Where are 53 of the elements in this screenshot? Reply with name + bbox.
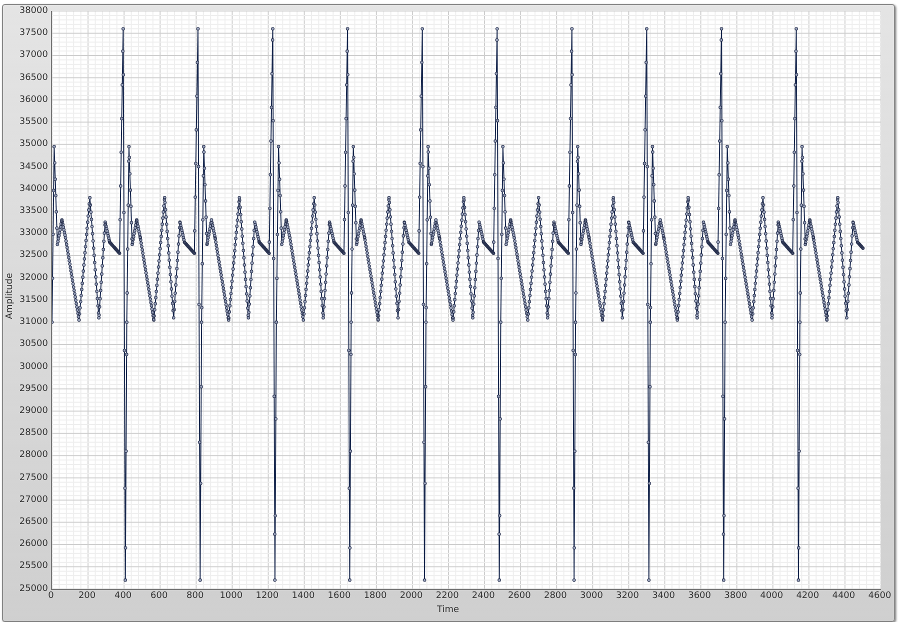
y-tick-label: 25500 <box>19 560 48 572</box>
y-tick-label: 35000 <box>19 138 48 150</box>
x-tick-label: 1200 <box>254 590 280 603</box>
x-tick-label: 4400 <box>831 590 856 603</box>
x-tick-label: 1000 <box>218 590 244 603</box>
y-tick-label: 33000 <box>19 227 48 240</box>
y-tick-label: 32000 <box>19 272 48 284</box>
y-tick-label: 33500 <box>19 204 48 217</box>
y-tick-label: 27000 <box>19 494 48 506</box>
y-tick-label: 28000 <box>19 449 48 462</box>
y-tick-label: 38000 <box>19 5 48 17</box>
y-tick-label: 32500 <box>19 249 48 262</box>
y-tick-label: 37000 <box>19 49 48 62</box>
x-tick-label: 3600 <box>687 590 712 603</box>
x-tick-label: 2200 <box>434 590 460 603</box>
y-tick-label: 31000 <box>19 316 48 328</box>
x-tick-label: 1600 <box>326 590 352 603</box>
y-tick-label: 30000 <box>19 360 48 372</box>
y-tick-label: 26500 <box>19 516 48 528</box>
x-tick-label: 0 <box>48 590 55 603</box>
y-tick-label: 29000 <box>19 404 48 417</box>
x-tick-label: 1400 <box>290 590 316 603</box>
x-tick-label: 4600 <box>867 590 892 603</box>
x-tick-label: 3800 <box>723 590 748 603</box>
x-tick-label: 4000 <box>759 590 784 603</box>
x-axis-label: Time <box>436 605 460 617</box>
y-tick-label: 34000 <box>19 182 48 195</box>
x-tick-label: 200 <box>77 590 97 603</box>
y-tick-label: 26000 <box>19 538 48 550</box>
y-axis-label: Amplitude <box>5 272 15 319</box>
x-tick-label: 4200 <box>795 590 820 603</box>
x-tick-label: 2400 <box>470 590 496 603</box>
x-tick-label: 1800 <box>362 590 388 603</box>
x-tick-label: 2000 <box>398 590 424 603</box>
y-tick-label: 31500 <box>19 294 48 306</box>
y-tick-label: 35500 <box>19 116 48 128</box>
y-tick-label: 30500 <box>19 338 48 350</box>
x-tick-label: 3200 <box>615 590 640 603</box>
x-tick-label: 2800 <box>542 590 568 603</box>
y-tick-label: 25000 <box>19 582 48 595</box>
y-tick-label: 29500 <box>19 382 48 395</box>
y-tick-label: 36000 <box>19 94 48 106</box>
x-tick-label: 2600 <box>506 590 532 603</box>
x-tick-label: 800 <box>186 590 205 603</box>
y-tick-label: 36500 <box>19 72 48 84</box>
x-tick-label: 400 <box>113 590 133 603</box>
y-tick-label: 28500 <box>19 427 48 440</box>
y-tick-label: 27500 <box>19 472 48 484</box>
x-tick-label: 3000 <box>579 590 604 603</box>
y-tick-label: 37500 <box>19 27 48 40</box>
y-tick-label: 34500 <box>19 160 48 173</box>
x-tick-label: 600 <box>150 590 169 603</box>
x-tick-label: 3400 <box>651 590 676 603</box>
